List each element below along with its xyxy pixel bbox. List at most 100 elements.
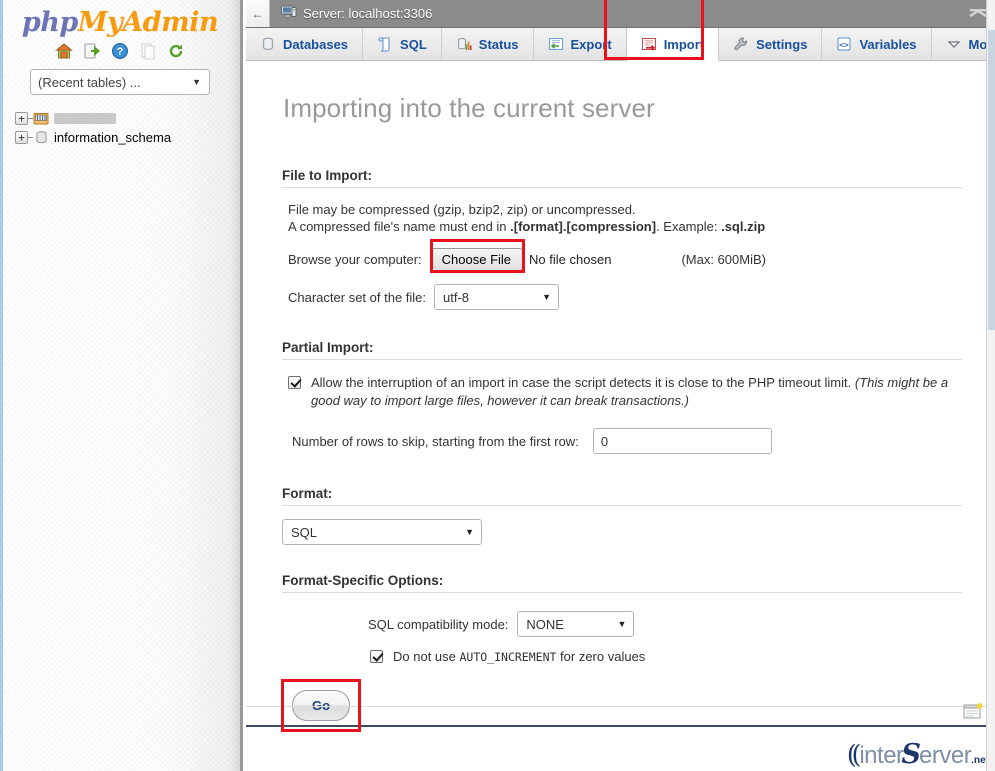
section-legend: File to Import: xyxy=(282,168,372,183)
chevron-down-icon xyxy=(946,36,962,52)
tab-label: Status xyxy=(478,36,519,52)
logout-icon[interactable] xyxy=(83,42,101,60)
chevron-down-icon: ▼ xyxy=(465,527,474,537)
window-scrollbar-thumb[interactable] xyxy=(988,30,995,330)
format-value: SQL xyxy=(291,524,318,540)
tree-item-database-redacted[interactable]: + xyxy=(15,109,240,127)
code-brackets-icon: <> xyxy=(836,36,852,52)
compression-note-example: .sql.zip xyxy=(721,219,766,234)
divider xyxy=(282,505,962,506)
home-icon[interactable] xyxy=(55,42,73,60)
chevron-down-icon: ▼ xyxy=(192,77,201,87)
auto-increment-checkbox[interactable] xyxy=(370,650,383,663)
window-scrollbar[interactable] xyxy=(986,0,995,771)
compression-note-line2c: . Example: xyxy=(656,219,722,234)
tab-sql[interactable]: SQL xyxy=(363,28,442,60)
svg-text:<>: <> xyxy=(840,41,850,50)
sql-compat-row: SQL compatibility mode: NONE ▼ xyxy=(368,611,971,637)
format-select[interactable]: SQL ▼ xyxy=(282,519,482,545)
tab-label: Import xyxy=(663,36,705,52)
tab-import[interactable]: Import xyxy=(626,28,720,61)
import-form: Importing into the current server File t… xyxy=(246,61,995,767)
charset-row: Character set of the file: utf-8 ▼ xyxy=(288,284,971,310)
sql-compat-label: SQL compatibility mode: xyxy=(368,616,509,632)
console-icon[interactable] xyxy=(963,703,983,720)
tab-databases[interactable]: Databases xyxy=(246,28,364,60)
server-monitor-icon xyxy=(281,5,297,22)
divider xyxy=(282,592,962,593)
export-icon xyxy=(548,36,564,52)
section-format: Format: SQL ▼ xyxy=(270,486,971,545)
sql-compat-value: NONE xyxy=(526,616,564,632)
auto-increment-keyword: AUTO_INCREMENT xyxy=(459,650,557,664)
section-partial-import: Partial Import: Allow the interruption o… xyxy=(270,340,971,454)
allow-interrupt-row: Allow the interruption of an import in c… xyxy=(288,374,971,410)
skip-rows-row: Number of rows to skip, starting from th… xyxy=(292,428,971,454)
import-icon xyxy=(641,36,657,52)
expand-icon[interactable]: + xyxy=(15,111,28,125)
auto-increment-label: Do not use AUTO_INCREMENT for zero value… xyxy=(393,649,645,664)
interserver-part1: inter xyxy=(859,742,904,769)
help-icon[interactable]: ? xyxy=(111,42,129,60)
auto-increment-text-b: for zero values xyxy=(556,649,646,664)
interserver-part2: erver xyxy=(919,742,972,769)
expand-icon[interactable]: + xyxy=(15,130,28,144)
allow-interrupt-checkbox[interactable] xyxy=(288,376,301,389)
sql-scroll-icon xyxy=(377,36,393,52)
phpmyadmin-logo[interactable]: phpMyAdmin xyxy=(0,0,240,36)
server-title: Server: localhost:3306 xyxy=(303,6,433,21)
tab-settings[interactable]: Settings xyxy=(719,28,823,60)
sql-compat-select[interactable]: NONE ▼ xyxy=(517,611,635,637)
max-upload-size: (Max: 600MiB) xyxy=(681,252,766,267)
tab-label: SQL xyxy=(400,36,427,52)
recent-tables-select[interactable]: (Recent tables) ... ▼ xyxy=(30,69,210,95)
charset-value: utf-8 xyxy=(443,289,470,305)
navigation-sidebar: phpMyAdmin ? (Recent tables) ... ▼ + + i… xyxy=(0,0,243,771)
sidebar-quick-icons: ? xyxy=(0,42,240,60)
chevron-down-icon: ▼ xyxy=(542,292,552,302)
tab-label: Variables xyxy=(859,36,917,52)
footer-divider xyxy=(246,706,995,707)
tab-export[interactable]: Export xyxy=(534,28,627,60)
section-legend: Partial Import: xyxy=(282,340,374,355)
section-legend: Format: xyxy=(282,486,333,501)
interserver-logo: ((inter Server .net xyxy=(847,739,989,770)
allow-interrupt-text: Allow the interruption of an import in c… xyxy=(311,375,852,390)
database-icon xyxy=(260,36,276,52)
section-format-specific-options: Format-Specific Options: SQL compatibili… xyxy=(270,573,971,664)
tab-status[interactable]: Status xyxy=(442,28,534,60)
charset-select[interactable]: utf-8 ▼ xyxy=(434,284,560,310)
tab-label: Settings xyxy=(756,36,808,52)
tab-variables[interactable]: <> Variables xyxy=(822,28,932,60)
tree-item-label: information_schema xyxy=(54,129,172,145)
charset-label: Character set of the file: xyxy=(288,289,427,305)
logo-my: My xyxy=(77,7,123,38)
tab-bar: Databases SQL Status Export Import Setti… xyxy=(246,0,995,61)
database-name-redacted xyxy=(54,112,116,124)
main-panel: ← Server: localhost:3306 Databases SQL S… xyxy=(246,0,995,771)
divider xyxy=(282,187,962,188)
section-file-to-import: File to Import: File may be compressed (… xyxy=(270,168,971,310)
docs-icon xyxy=(139,42,157,60)
database-icon xyxy=(33,130,50,145)
allow-interrupt-label: Allow the interruption of an import in c… xyxy=(311,374,971,410)
skip-rows-input[interactable] xyxy=(592,428,772,454)
choose-file-button[interactable]: Choose File xyxy=(429,248,524,271)
page-title: Importing into the current server xyxy=(283,93,655,123)
auto-increment-text-a: Do not use xyxy=(393,649,460,664)
reload-icon[interactable] xyxy=(167,42,185,60)
section-legend: Format-Specific Options: xyxy=(282,573,444,588)
back-button[interactable]: ← xyxy=(246,0,270,27)
browse-label: Browse your computer: xyxy=(288,252,422,267)
database-tree: + + information_schema xyxy=(0,109,240,146)
format-row: SQL ▼ xyxy=(282,519,971,545)
compression-note-format: .[format].[compression] xyxy=(510,219,657,234)
server-bar: ← Server: localhost:3306 xyxy=(246,0,995,28)
chevron-down-icon: ▼ xyxy=(617,619,627,629)
tree-item-information-schema[interactable]: + information_schema xyxy=(15,128,240,146)
skip-rows-label: Number of rows to skip, starting from th… xyxy=(292,433,579,449)
divider xyxy=(282,359,962,360)
browse-row: Browse your computer: Choose File No fil… xyxy=(288,239,971,273)
recent-tables-value: (Recent tables) ... xyxy=(38,74,141,90)
status-chart-icon xyxy=(456,36,472,52)
